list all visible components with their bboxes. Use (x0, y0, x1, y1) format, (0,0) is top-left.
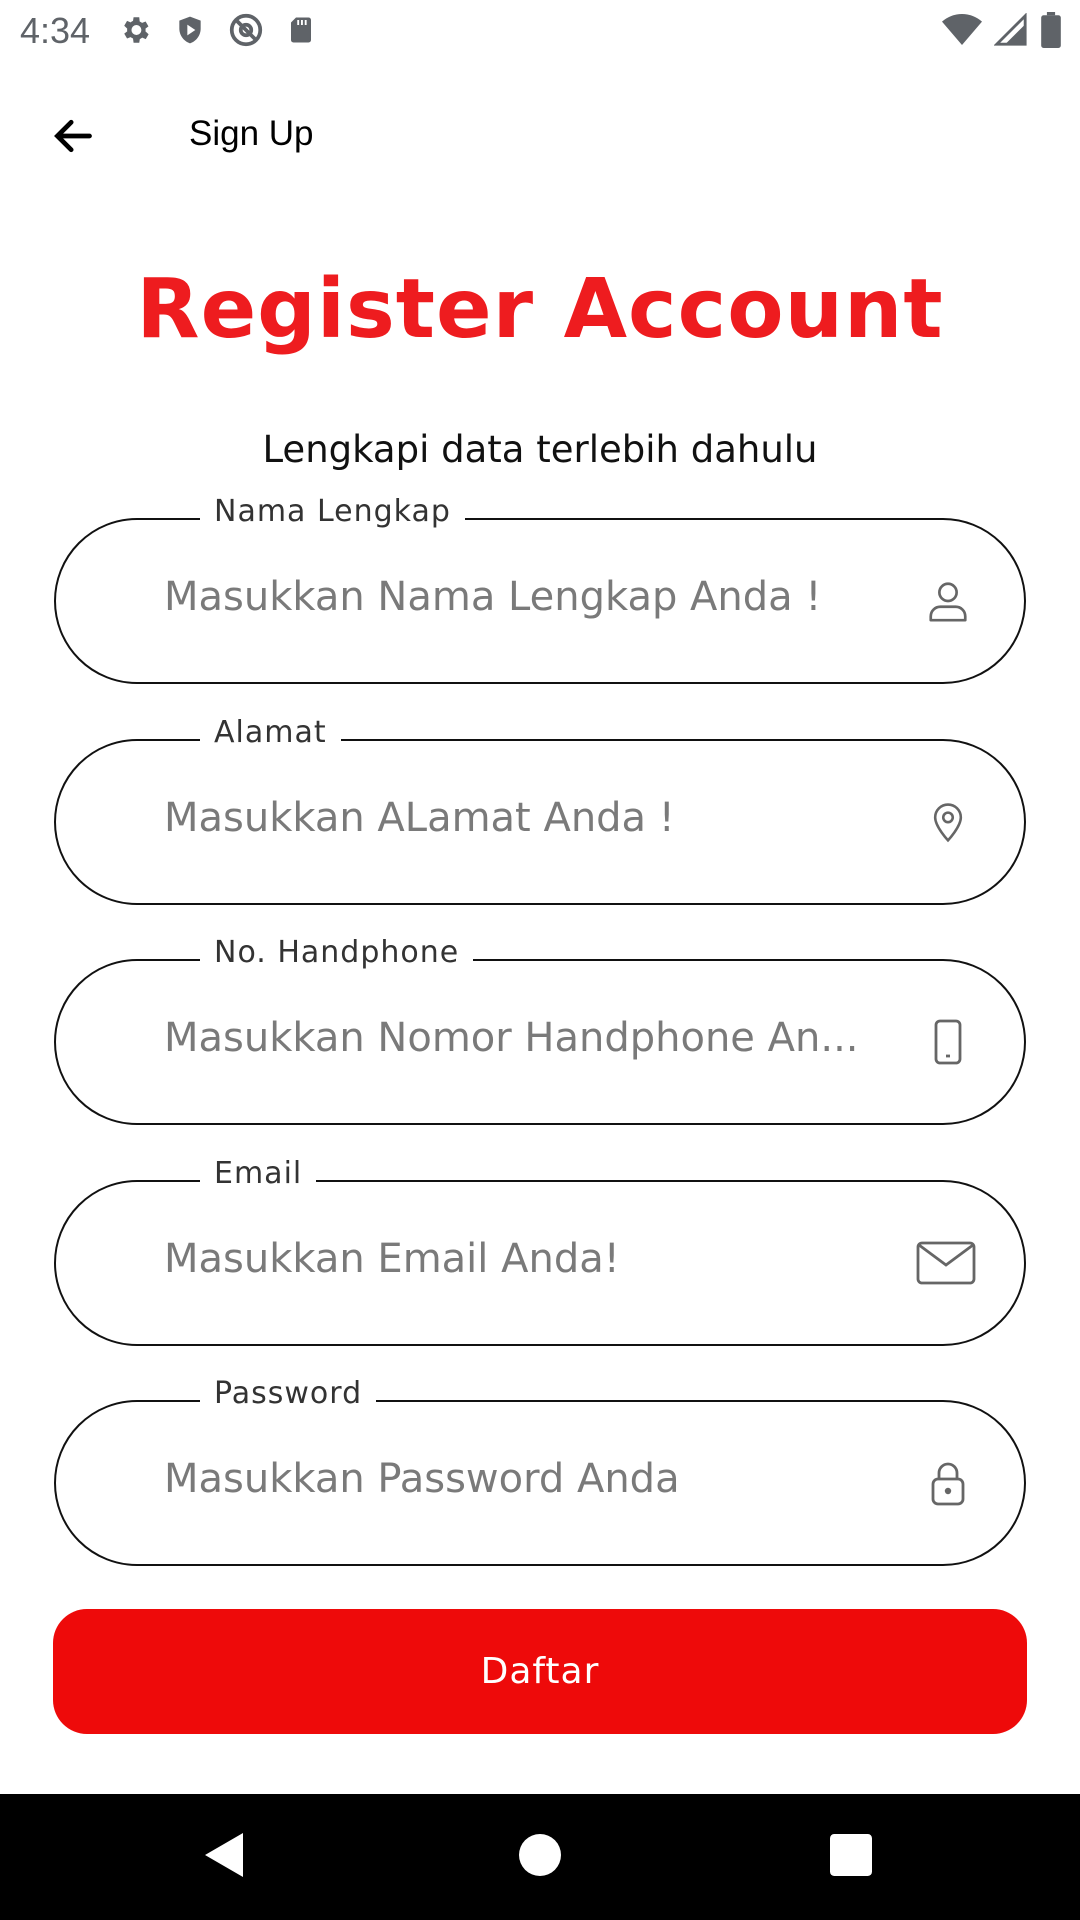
back-button[interactable] (40, 110, 106, 166)
nav-back-button[interactable] (195, 1827, 255, 1887)
person-icon (918, 571, 978, 631)
nav-back-icon (203, 1831, 247, 1883)
address-label: Alamat (200, 715, 341, 750)
password-label: Password (200, 1376, 377, 1411)
nav-recents-button[interactable] (821, 1827, 881, 1887)
location-pin-icon (918, 792, 978, 852)
phone-label: No. Handphone (200, 935, 474, 970)
nav-home-icon (519, 1834, 561, 1880)
mail-icon (916, 1233, 976, 1293)
nav-recents-icon (830, 1834, 872, 1880)
phone-icon (918, 1012, 978, 1072)
phone-input[interactable] (164, 1015, 894, 1061)
signal-icon (993, 12, 1028, 51)
full-name-field: Nama Lengkap (54, 494, 1026, 684)
full-name-label: Nama Lengkap (200, 494, 465, 529)
page-subtitle: Lengkapi data terlebih dahulu (262, 428, 818, 471)
nav-home-button[interactable] (510, 1827, 570, 1887)
status-bar: 4:34 (0, 0, 1080, 64)
lock-icon (918, 1453, 978, 1513)
email-input[interactable] (164, 1236, 894, 1282)
register-button[interactable]: Daftar (53, 1609, 1027, 1734)
sd-card-icon (286, 13, 316, 51)
page-title: Register Account (136, 262, 944, 357)
status-icons-left (118, 12, 316, 52)
arrow-back-icon (49, 114, 97, 162)
email-field: Email (54, 1156, 1026, 1346)
settings-icon (118, 13, 152, 51)
password-input[interactable] (164, 1456, 894, 1502)
email-label: Email (200, 1156, 317, 1191)
app-bar-title: Sign Up (189, 114, 314, 153)
phone-field: No. Handphone (54, 935, 1026, 1125)
status-icons-right (942, 12, 1062, 52)
address-input[interactable] (164, 795, 894, 841)
system-nav-bar (0, 1794, 1080, 1920)
password-field: Password (54, 1376, 1026, 1566)
app-bar: Sign Up (0, 74, 1080, 200)
status-time: 4:34 (20, 10, 91, 51)
address-field: Alamat (54, 715, 1026, 905)
full-name-input[interactable] (164, 574, 894, 620)
at-sign-icon (228, 12, 264, 52)
wifi-icon (942, 13, 982, 51)
shield-icon (174, 13, 206, 51)
battery-icon (1040, 12, 1062, 52)
